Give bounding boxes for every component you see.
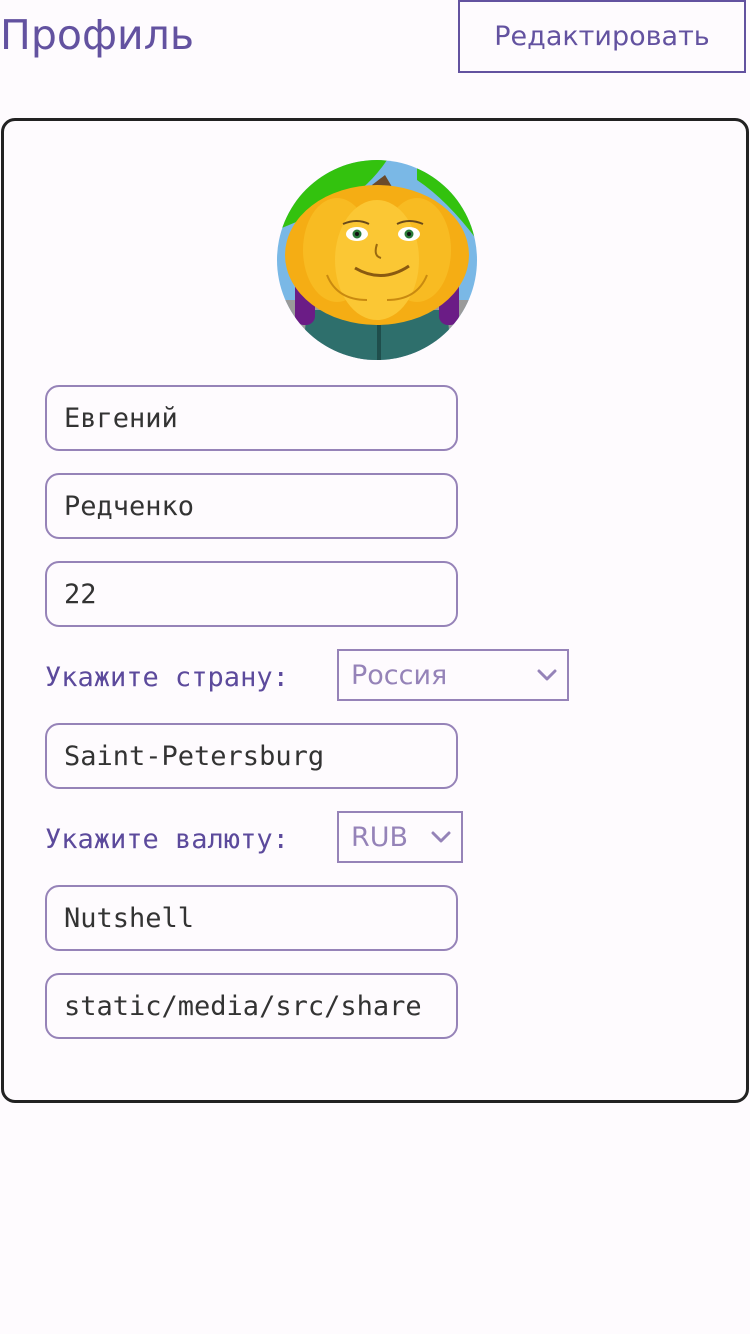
city-field[interactable] xyxy=(45,723,458,789)
country-select-value: Россия xyxy=(351,659,448,691)
currency-select-value: RUB xyxy=(351,821,409,853)
edit-button[interactable]: Редактировать xyxy=(458,0,746,73)
profile-card: Укажите страну: Россия Укажите валюту: R… xyxy=(1,118,749,1103)
avatar xyxy=(277,160,477,360)
avatar-path-field[interactable] xyxy=(45,973,458,1039)
chevron-down-icon xyxy=(537,669,557,681)
country-select[interactable]: Россия xyxy=(337,649,569,701)
currency-select[interactable]: RUB xyxy=(337,811,463,863)
currency-label: Укажите валюту: xyxy=(45,824,289,855)
company-field[interactable] xyxy=(45,885,458,951)
country-label: Укажите страну: xyxy=(45,662,289,693)
first-name-field[interactable] xyxy=(45,385,458,451)
pumpkin-avatar-icon xyxy=(277,160,477,360)
last-name-field[interactable] xyxy=(45,473,458,539)
age-field[interactable] xyxy=(45,561,458,627)
page-title: Профиль xyxy=(0,11,195,59)
chevron-down-icon xyxy=(431,831,451,843)
